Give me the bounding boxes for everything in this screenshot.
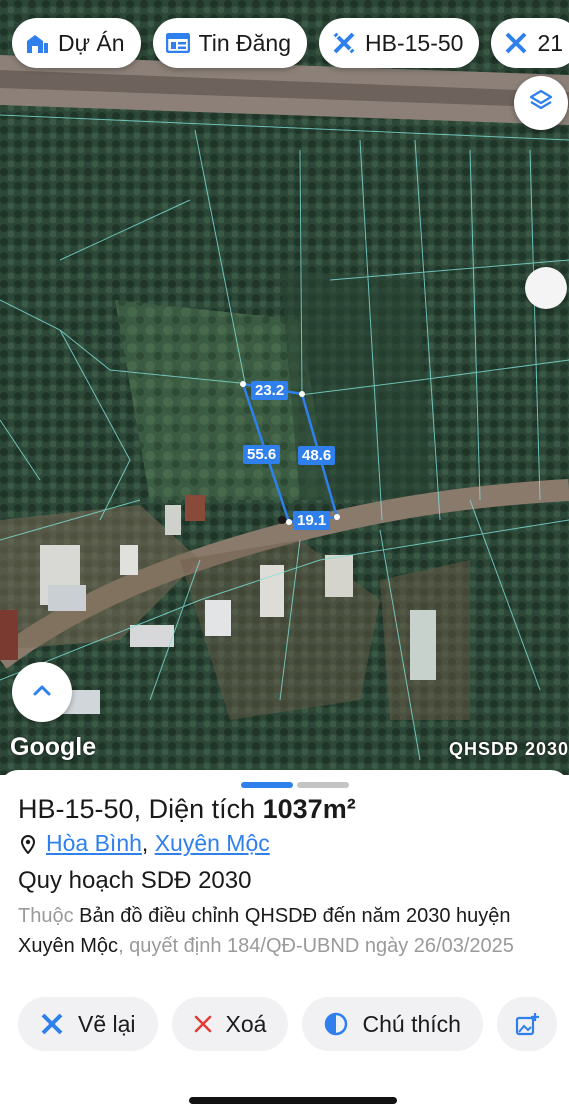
district-link[interactable]: Xuyên Mộc xyxy=(155,830,270,857)
chip-tin-dang-label: Tin Đăng xyxy=(198,29,292,56)
opacity-slider-handle[interactable] xyxy=(525,267,567,309)
listing-icon xyxy=(165,30,191,56)
chip-tin-dang[interactable]: Tin Đăng xyxy=(152,18,308,68)
pager-dot-active xyxy=(241,782,293,788)
measure-icon xyxy=(503,30,529,56)
chip-21[interactable]: 21 xyxy=(491,18,569,68)
desc-suffix: , quyết định 184/QĐ-UBND ngày 26/03/2025 xyxy=(118,935,514,957)
ward-link[interactable]: Hòa Bình xyxy=(46,830,142,857)
close-icon xyxy=(194,1015,212,1033)
overlay-layer-label: QHSDĐ 2030 xyxy=(448,739,569,759)
measure-top-label: 23.2 xyxy=(251,381,289,400)
add-image-icon xyxy=(515,1012,539,1036)
area-prefix: , Diện tích xyxy=(133,794,263,824)
measure-icon xyxy=(331,30,357,56)
chip-hb-15-50-label: HB-15-50 xyxy=(365,29,464,56)
legend-label: Chú thích xyxy=(362,1010,461,1037)
pager-dot xyxy=(297,782,349,788)
redraw-icon xyxy=(40,1012,64,1036)
info-sheet: HB-15-50, Diện tích 1037m² Hòa Bình, Xuy… xyxy=(0,770,569,1117)
legend-button[interactable]: Chú thích xyxy=(302,997,483,1051)
pin-icon xyxy=(20,834,36,854)
chip-21-label: 21 xyxy=(537,29,564,56)
legend-icon xyxy=(324,1012,348,1036)
location-separator: , xyxy=(141,830,155,856)
delete-label: Xoá xyxy=(225,1010,267,1037)
location-line: Hòa Bình, Xuyên Mộc xyxy=(20,830,270,857)
add-image-button[interactable] xyxy=(496,997,557,1051)
filter-chips: Dự Án Tin Đăng HB-15-50 21 xyxy=(12,18,569,68)
sheet-pager xyxy=(241,782,349,788)
redraw-label: Vẽ lại xyxy=(78,1010,136,1037)
google-logo: Google xyxy=(10,733,97,761)
redraw-button[interactable]: Vẽ lại xyxy=(18,997,158,1051)
area-value: 1037m² xyxy=(262,794,356,824)
home-indicator xyxy=(189,1097,397,1104)
action-bar: Vẽ lại Xoá Chú thích xyxy=(18,997,557,1051)
plan-title: Quy hoạch SDĐ 2030 xyxy=(18,867,252,894)
measure-right-label: 48.6 xyxy=(298,446,336,465)
layers-icon xyxy=(528,88,554,119)
map-view[interactable]: 23.2 55.6 48.6 19.1 Dự Án Tin Đăng HB-15… xyxy=(0,0,569,775)
chip-du-an-label: Dự Án xyxy=(58,29,125,56)
chip-hb-15-50[interactable]: HB-15-50 xyxy=(319,18,480,68)
chip-du-an[interactable]: Dự Án xyxy=(12,18,141,68)
chevron-up-icon xyxy=(32,683,52,702)
parcel-title: HB-15-50, Diện tích 1037m² xyxy=(18,794,356,825)
layers-button[interactable] xyxy=(514,76,568,130)
measure-bottom-label: 19.1 xyxy=(293,511,331,530)
measure-left-label: 55.6 xyxy=(243,445,281,464)
expand-up-button[interactable] xyxy=(12,662,72,722)
building-icon xyxy=(24,30,50,56)
desc-prefix: Thuộc xyxy=(18,905,80,927)
delete-button[interactable]: Xoá xyxy=(171,997,289,1051)
plan-description: Thuộc Bản đồ điều chỉnh QHSDĐ đến năm 20… xyxy=(18,901,553,961)
parcel-code: HB-15-50 xyxy=(18,794,134,824)
